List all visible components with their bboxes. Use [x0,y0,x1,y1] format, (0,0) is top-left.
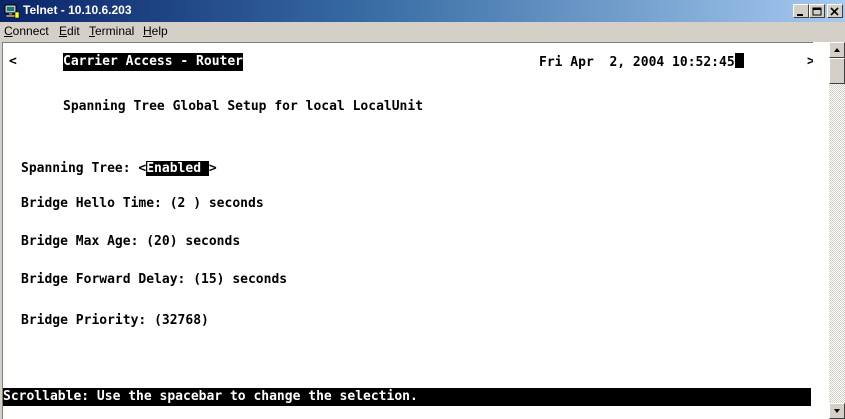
forward-delay-value[interactable]: (15) [193,272,224,287]
menu-terminal[interactable]: Terminal [89,24,134,38]
forward-delay-label: Bridge Forward Delay: [21,272,194,287]
menu-help[interactable]: Help [143,24,168,38]
priority-label: Bridge Priority: [21,313,155,328]
spanning-tree-close: > [208,161,217,176]
telnet-window: Telnet - 10.10.6.203 Connect Edit Termin… [0,0,845,419]
terminal-screen[interactable]: < Carrier Access - Router Fri Apr 2, 200… [2,42,813,419]
arrow-down-icon [834,409,840,413]
max-age-label: Bridge Max Age: [21,234,147,249]
menu-help-mnemonic: H [143,24,152,38]
maximize-icon [812,7,822,16]
max-age-unit: seconds [177,234,241,249]
menu-connect-mnemonic: C [4,24,13,38]
close-icon [830,7,839,16]
maximize-button[interactable] [809,4,825,18]
arrow-up-icon [834,48,840,52]
minimize-icon [797,14,803,16]
header-datetime: Fri Apr 2, 2004 10:52:45 [539,53,744,72]
window-title: Telnet - 10.10.6.203 [23,3,132,17]
menu-edit-mnemonic: E [59,24,68,38]
hello-time-unit: seconds [201,196,264,211]
menu-connect-label: onnect [12,24,49,38]
priority-value[interactable]: (32768) [154,313,209,328]
screen-title: Spanning Tree Global Setup for local Loc… [63,99,424,114]
terminal-gutter [813,42,829,419]
status-bar: Scrollable: Use the spacebar to change t… [3,388,811,406]
hello-time-label: Bridge Hello Time: [21,196,170,211]
datetime-text: Fri Apr 2, 2004 10:52:45 [539,55,735,70]
hello-time-value[interactable]: (2 ) [170,196,201,211]
spanning-tree-value[interactable]: Enabled [146,161,209,176]
scroll-up-button[interactable] [829,42,845,58]
scroll-down-button[interactable] [829,403,845,419]
max-age-row: Bridge Max Age: (20) seconds [21,233,240,251]
title-bar[interactable]: Telnet - 10.10.6.203 [0,0,845,22]
status-message: Scrollable: Use the spacebar to change t… [3,389,418,404]
max-age-value[interactable]: (20) [146,234,177,249]
header-title: Carrier Access - Router [63,53,244,71]
scroll-thumb[interactable] [829,58,845,84]
menu-connect[interactable]: Connect [4,24,49,38]
menu-edit-label: dit [67,24,80,38]
menu-bar: Connect Edit Terminal Help [0,22,845,41]
menu-help-label: elp [151,24,168,38]
menu-edit[interactable]: Edit [59,24,80,38]
forward-delay-unit: seconds [224,272,288,287]
forward-delay-row: Bridge Forward Delay: (15) seconds [21,271,287,289]
minimize-button[interactable] [793,4,809,18]
text-cursor [734,53,744,68]
priority-row: Bridge Priority: (32768) [21,312,209,330]
left-scroll-marker: < [9,54,17,69]
telnet-app-icon [4,4,20,19]
spanning-tree-label: Spanning Tree: [21,161,139,176]
close-button[interactable] [827,4,843,18]
hello-time-row: Bridge Hello Time: (2 ) seconds [21,195,264,213]
menu-terminal-label: erminal [95,24,135,38]
vertical-scrollbar[interactable] [829,42,845,419]
spanning-tree-row: Spanning Tree: <Enabled > [21,160,217,178]
